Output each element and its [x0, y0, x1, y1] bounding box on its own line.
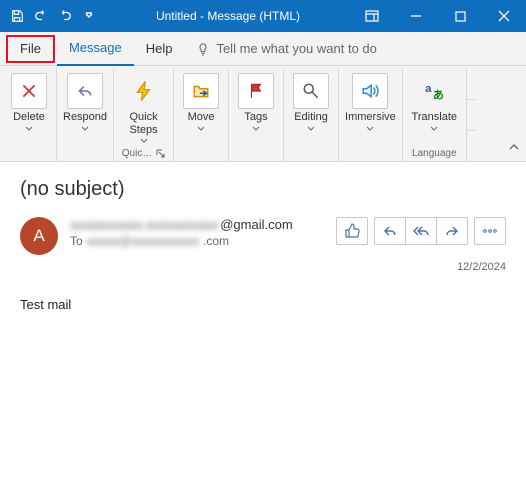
reply-all-arrow-icon [412, 223, 430, 239]
minimize-button[interactable] [394, 0, 438, 32]
ribbon-group-delete: Delete [2, 69, 56, 161]
flag-icon [247, 82, 265, 100]
redo-icon[interactable] [54, 5, 76, 27]
tell-me-search[interactable]: Tell me what you want to do [196, 41, 376, 56]
chevron-down-icon [307, 126, 315, 131]
move-button[interactable]: Move [176, 71, 226, 133]
from-redacted: aaaaaaaaaa.aaaaaaaaaa [70, 217, 218, 232]
thumbs-up-icon [344, 223, 360, 239]
tags-button[interactable]: Tags [231, 71, 281, 133]
message-date: 12/2/2024 [20, 261, 506, 273]
immersive-button[interactable]: Immersive [341, 71, 400, 133]
ribbon-group-editing: Editing [283, 69, 338, 161]
quick-access-toolbar [0, 5, 106, 27]
chevron-down-icon [197, 126, 205, 131]
chevron-down-icon [366, 126, 374, 131]
message-header: A aaaaaaaaaa.aaaaaaaaaa@gmail.com To aaa… [20, 217, 506, 255]
window-titlebar: Untitled - Message (HTML) [0, 0, 526, 32]
message-body: Test mail [20, 297, 506, 312]
chevron-down-icon [25, 126, 33, 131]
ribbon-group-quicksteps: Quick Steps Quic… [113, 69, 173, 161]
collapse-ribbon-button[interactable] [508, 139, 520, 157]
translate-icon: aあ [423, 80, 445, 102]
to-label: To [70, 234, 83, 248]
window-controls [350, 0, 526, 32]
dialog-launcher-icon[interactable] [156, 149, 165, 158]
quick-steps-button[interactable]: Quick Steps [119, 71, 169, 145]
from-domain: @gmail.com [220, 217, 292, 232]
to-domain: .com [203, 234, 229, 248]
forward-button[interactable] [436, 217, 468, 245]
ellipsis-icon [482, 223, 498, 239]
ribbon-group-respond: Respond [56, 69, 113, 161]
message-actions [336, 217, 506, 245]
to-line: To aaaaa@aaaaaaaaaa .com [70, 234, 324, 248]
lightning-icon [133, 80, 155, 102]
ribbon-group-immersive: Immersive [338, 69, 402, 161]
from-line: aaaaaaaaaa.aaaaaaaaaa@gmail.com [70, 217, 324, 232]
delete-button[interactable]: Delete [4, 71, 54, 133]
chevron-down-icon [140, 138, 148, 143]
sender-info: aaaaaaaaaa.aaaaaaaaaa@gmail.com To aaaaa… [70, 217, 324, 248]
more-actions-button[interactable] [474, 217, 506, 245]
to-redacted: aaaaa@aaaaaaaaaa [87, 234, 199, 248]
maximize-button[interactable] [438, 0, 482, 32]
x-icon [20, 82, 38, 100]
editing-button[interactable]: Editing [286, 71, 336, 133]
tell-me-placeholder: Tell me what you want to do [216, 41, 376, 56]
ribbon-scroll-strip[interactable] [466, 69, 476, 161]
reply-arrow-icon [382, 223, 398, 239]
sender-avatar[interactable]: A [20, 217, 58, 255]
respond-button[interactable]: Respond [59, 71, 111, 133]
save-icon[interactable] [6, 5, 28, 27]
search-icon [302, 82, 320, 100]
undo-icon[interactable] [30, 5, 52, 27]
chevron-down-icon [81, 126, 89, 131]
translate-button[interactable]: aあ Translate [408, 71, 461, 133]
qat-more-icon[interactable] [78, 5, 100, 27]
reply-button[interactable] [374, 217, 406, 245]
ribbon-group-language: aあ Translate Language [402, 69, 466, 161]
respond-action-group [374, 217, 468, 245]
tab-file[interactable]: File [6, 35, 55, 63]
reply-icon [76, 82, 94, 100]
svg-text:a: a [425, 83, 432, 95]
close-button[interactable] [482, 0, 526, 32]
like-button[interactable] [336, 217, 368, 245]
svg-text:あ: あ [433, 89, 444, 102]
read-aloud-icon [361, 82, 379, 100]
reading-pane: (no subject) A aaaaaaaaaa.aaaaaaaaaa@gma… [0, 162, 526, 322]
tab-strip: File Message Help Tell me what you want … [0, 32, 526, 66]
tab-message[interactable]: Message [57, 32, 134, 66]
reply-all-button[interactable] [405, 217, 437, 245]
chevron-down-icon [252, 126, 260, 131]
chevron-down-icon [430, 126, 438, 131]
folder-move-icon [192, 82, 210, 100]
tab-help[interactable]: Help [134, 32, 185, 66]
window-mode-icon[interactable] [350, 0, 394, 32]
lightbulb-icon [196, 42, 210, 56]
forward-arrow-icon [444, 223, 460, 239]
ribbon-group-tags: Tags [228, 69, 283, 161]
message-subject: (no subject) [20, 178, 506, 201]
window-title: Untitled - Message (HTML) [106, 9, 350, 23]
ribbon-group-move: Move [173, 69, 228, 161]
ribbon: Delete Respond Quick Steps Quic… [0, 66, 526, 162]
